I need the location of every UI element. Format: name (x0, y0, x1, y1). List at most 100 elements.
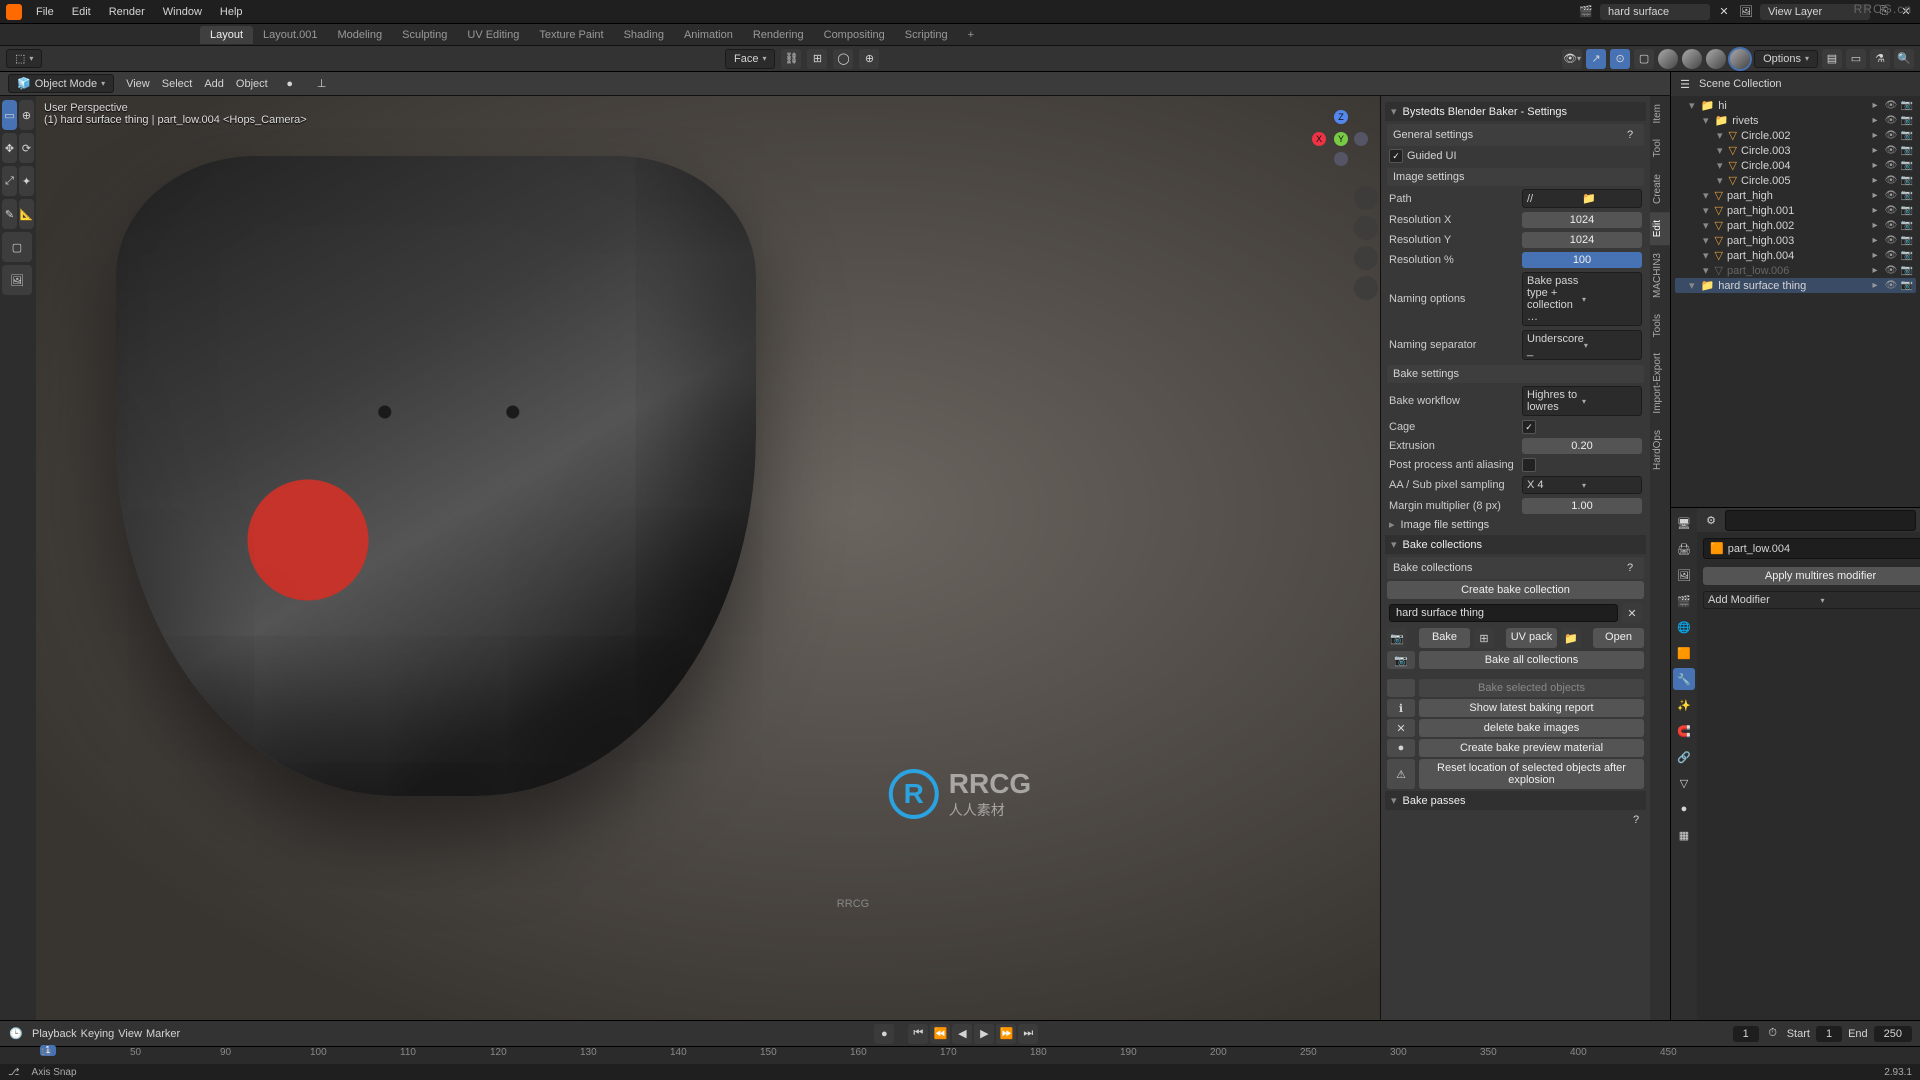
prop-tab-scene[interactable]: 🎬 (1673, 590, 1695, 612)
shading-solid-icon[interactable] (1682, 49, 1702, 69)
tool-addcube[interactable]: ▢ (2, 232, 32, 262)
viewport-menu-select[interactable]: Select (162, 78, 193, 90)
shading-matprev-icon[interactable] (1706, 49, 1726, 69)
restrict-viewport-icon[interactable]: 👁 (1884, 115, 1898, 126)
restrict-select-icon[interactable]: ▸ (1868, 265, 1882, 276)
collection-name-input[interactable]: hard surface thing (1389, 604, 1618, 622)
baker-panel-header[interactable]: Bystedts Blender Baker - Settings (1385, 102, 1646, 121)
restrict-select-icon[interactable]: ▸ (1868, 100, 1882, 111)
help-icon-2[interactable]: ? (1622, 560, 1638, 576)
restrict-viewport-icon[interactable]: 👁 (1884, 175, 1898, 186)
restrict-viewport-icon[interactable]: 👁 (1884, 130, 1898, 141)
guided-ui-checkbox[interactable] (1389, 149, 1403, 163)
restrict-viewport-icon[interactable]: 👁 (1884, 205, 1898, 216)
prev-key-icon[interactable]: ⏪ (930, 1024, 950, 1044)
timeline-editor-icon[interactable]: 🕒 (8, 1026, 24, 1042)
ntab-tools[interactable]: Tools (1650, 306, 1670, 345)
workspace-tab-rendering[interactable]: Rendering (743, 26, 814, 44)
resy-field[interactable]: 1024 (1522, 232, 1642, 248)
restrict-select-icon[interactable]: ▸ (1868, 145, 1882, 156)
start-frame-field[interactable]: 1 (1816, 1026, 1842, 1042)
restrict-viewport-icon[interactable]: 👁 (1884, 145, 1898, 156)
restrict-viewport-icon[interactable]: 👁 (1884, 250, 1898, 261)
bake-button[interactable]: Bake (1419, 628, 1470, 648)
aa-dropdown[interactable]: X 4▾ (1522, 476, 1642, 494)
workspace-tab-layout001[interactable]: Layout.001 (253, 26, 327, 44)
new-collection-icon[interactable]: ▭ (1846, 49, 1866, 69)
timeline-menu-marker[interactable]: Marker (146, 1028, 180, 1040)
xray-toggle-icon[interactable]: ▢ (1634, 49, 1654, 69)
workspace-add[interactable]: + (958, 26, 984, 44)
show-report-button[interactable]: Show latest baking report (1419, 699, 1644, 717)
tool-cursor[interactable]: ⊕ (19, 100, 34, 130)
timeline-menu-view[interactable]: View (118, 1028, 142, 1040)
restrict-viewport-icon[interactable]: 👁 (1884, 220, 1898, 231)
create-preview-material-button[interactable]: Create bake preview material (1419, 739, 1644, 757)
restrict-viewport-icon[interactable]: 👁 (1884, 235, 1898, 246)
outliner-item[interactable]: 📁rivets▸👁📷 (1675, 113, 1916, 128)
bake-passes-header[interactable]: Bake passes (1385, 791, 1646, 810)
proportional-icon[interactable]: ◯ (833, 49, 853, 69)
ppaa-checkbox[interactable] (1522, 458, 1536, 472)
help-icon-3[interactable]: ? (1628, 812, 1644, 828)
outliner-item[interactable]: ▽Circle.003▸👁📷 (1675, 143, 1916, 158)
restrict-render-icon[interactable]: 📷 (1900, 220, 1914, 231)
outliner-item[interactable]: ▽part_high.002▸👁📷 (1675, 218, 1916, 233)
restrict-render-icon[interactable]: 📷 (1900, 175, 1914, 186)
ntab-edit[interactable]: Edit (1650, 212, 1670, 245)
active-object-field[interactable]: 🟧 part_low.004✳ (1703, 538, 1920, 559)
restrict-render-icon[interactable]: 📷 (1900, 280, 1914, 291)
filter-funnel-icon[interactable]: ⚗ (1870, 49, 1890, 69)
outliner-item[interactable]: ▽part_high.001▸👁📷 (1675, 203, 1916, 218)
next-key-icon[interactable]: ⏩ (996, 1024, 1016, 1044)
interaction-mode-dropdown[interactable]: 🧊 Object Mode ▾ (8, 74, 114, 93)
restrict-render-icon[interactable]: 📷 (1900, 205, 1914, 216)
gizmo-toggle-icon[interactable]: ↗ (1586, 49, 1606, 69)
naming-sep-dropdown[interactable]: Underscore _▾ (1522, 330, 1642, 360)
viewport-menu-add[interactable]: Add (204, 78, 224, 90)
menu-edit[interactable]: Edit (64, 3, 99, 21)
uvpack-button[interactable]: UV pack (1506, 628, 1557, 648)
play-rev-icon[interactable]: ◀ (952, 1024, 972, 1044)
bake-all-camera-icon[interactable]: 📷 (1387, 651, 1415, 669)
prop-tab-particles[interactable]: ✨ (1673, 694, 1695, 716)
outliner-item[interactable]: ▽Circle.005▸👁📷 (1675, 173, 1916, 188)
pivot-icon[interactable]: ● (280, 74, 300, 94)
visibility-popover-icon[interactable]: 👁▾ (1562, 49, 1582, 69)
prop-tab-modifier[interactable]: 🔧 (1673, 668, 1695, 690)
bake-collections-header[interactable]: Bake collections (1385, 535, 1646, 554)
outliner-item[interactable]: ▽part_low.006▸👁📷 (1675, 263, 1916, 278)
outliner-item[interactable]: ▽part_high▸👁📷 (1675, 188, 1916, 203)
tool-annotate[interactable]: ✎ (2, 199, 17, 229)
restrict-render-icon[interactable]: 📷 (1900, 235, 1914, 246)
jump-end-icon[interactable]: ⏭ (1018, 1024, 1038, 1044)
tool-extra[interactable]: 🖼 (2, 265, 32, 295)
tool-move[interactable]: ✥ (2, 133, 17, 163)
outliner-editor-icon[interactable]: ☰ (1677, 76, 1693, 92)
prop-tab-viewlayer[interactable]: 🖼 (1673, 564, 1695, 586)
outliner-item[interactable]: ▽Circle.002▸👁📷 (1675, 128, 1916, 143)
extrusion-field[interactable]: 0.20 (1522, 438, 1642, 454)
tool-measure[interactable]: 📐 (19, 199, 34, 229)
workspace-tab-sculpting[interactable]: Sculpting (392, 26, 457, 44)
props-search-input[interactable] (1725, 510, 1916, 531)
ntab-import-export[interactable]: Import-Export (1650, 345, 1670, 422)
restrict-render-icon[interactable]: 📷 (1900, 115, 1914, 126)
viewport-menu-view[interactable]: View (126, 78, 150, 90)
nav-zoom-icon[interactable] (1354, 186, 1378, 210)
restrict-select-icon[interactable]: ▸ (1868, 115, 1882, 126)
workspace-tab-scripting[interactable]: Scripting (895, 26, 958, 44)
resx-field[interactable]: 1024 (1522, 212, 1642, 228)
timeline-menu-playback[interactable]: Playback (32, 1028, 77, 1040)
sync-icon[interactable]: ⏱ (1765, 1026, 1781, 1042)
restrict-viewport-icon[interactable]: 👁 (1884, 265, 1898, 276)
nav-camera-icon[interactable] (1354, 246, 1378, 270)
prop-tab-object[interactable]: 🟧 (1673, 642, 1695, 664)
restrict-render-icon[interactable]: 📷 (1900, 160, 1914, 171)
workspace-tab-layout[interactable]: Layout (200, 26, 253, 44)
ntab-machin3[interactable]: MACHIN3 (1650, 245, 1670, 306)
outliner-item[interactable]: ▽part_high.004▸👁📷 (1675, 248, 1916, 263)
prop-tab-mesh[interactable]: ▽ (1673, 772, 1695, 794)
bake-all-collections-button[interactable]: Bake all collections (1419, 651, 1644, 669)
shading-rendered-icon[interactable] (1730, 49, 1750, 69)
